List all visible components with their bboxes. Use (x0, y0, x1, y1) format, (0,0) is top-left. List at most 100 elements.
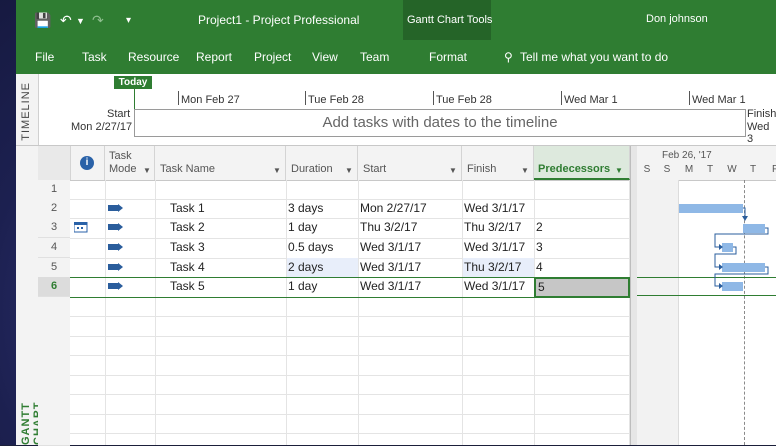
tell-me-box[interactable]: Tell me what you want to do (520, 50, 668, 64)
start-cell[interactable]: Thu 3/2/17 (360, 218, 417, 237)
duration-cell[interactable]: 2 days (287, 258, 358, 277)
row-number[interactable]: 3 (38, 218, 70, 238)
timeline-date: Mon Feb 27 (181, 94, 240, 106)
timeline-placeholder: Add tasks with dates to the timeline (322, 114, 558, 131)
undo-icon[interactable]: ↶ (60, 12, 72, 29)
task-name-cell[interactable]: Task 2 (170, 218, 205, 237)
column-filter-arrow-icon[interactable]: ▼ (615, 166, 623, 175)
timeline-tick (561, 91, 562, 105)
grid-line (70, 238, 630, 239)
auto-scheduled-icon (108, 203, 124, 217)
task-name-cell[interactable]: Task 4 (170, 258, 205, 277)
grid-line (155, 180, 156, 445)
timeline-start-date: Mon 2/27/17 (71, 121, 133, 133)
column-header-label: Task Name (160, 163, 216, 175)
undo-dropdown-icon[interactable]: ▼ (76, 16, 85, 26)
task-name-cell[interactable]: Task 5 (170, 277, 205, 296)
grid-line (358, 180, 359, 445)
column-header-start[interactable]: Start ▼ (358, 146, 462, 180)
tab-team[interactable]: Team (360, 50, 389, 64)
predecessors-cell-active[interactable]: 5 (534, 277, 630, 298)
timeline-date: Tue Feb 28 (308, 94, 364, 106)
column-filter-arrow-icon[interactable]: ▼ (143, 166, 151, 175)
column-header-label: Finish (467, 163, 497, 175)
info-icon: i (80, 156, 94, 170)
row-number[interactable]: 4 (38, 238, 70, 258)
save-icon[interactable]: 💾 (34, 12, 51, 29)
predecessors-cell[interactable]: 2 (536, 218, 543, 237)
timescale-day: F (771, 164, 776, 175)
timeline-date: Wed Mar 1 (564, 94, 618, 106)
column-header-info[interactable]: i (70, 146, 105, 180)
today-line (134, 89, 135, 109)
grid-line (70, 218, 630, 219)
timeline-side-label: TIMELINE (20, 82, 32, 141)
column-header-task-mode[interactable]: Task Mode ▼ (105, 146, 155, 180)
column-filter-arrow-icon[interactable]: ▼ (273, 166, 281, 175)
column-header-predecessors[interactable]: Predecessors ▼ (534, 146, 630, 180)
select-all-corner[interactable] (38, 146, 71, 180)
redo-icon[interactable]: ↷ (92, 12, 104, 29)
column-filter-arrow-icon[interactable]: ▼ (449, 166, 457, 175)
start-cell[interactable]: Wed 3/1/17 (360, 258, 421, 277)
column-header-label: Task Mode (109, 150, 137, 175)
grid-line (70, 433, 630, 434)
timeline-tick (178, 91, 179, 105)
finish-cell[interactable]: Thu 3/2/17 (464, 218, 521, 237)
duration-cell[interactable]: 1 day (288, 218, 317, 237)
tab-file[interactable]: File (35, 50, 54, 64)
tab-resource[interactable]: Resource (128, 50, 179, 64)
grid-line (105, 180, 106, 445)
row-number[interactable]: 2 (38, 199, 70, 219)
row-number[interactable]: 1 (38, 180, 70, 200)
auto-scheduled-icon (108, 242, 124, 256)
tab-format[interactable]: Format (429, 50, 467, 64)
timescale-day: T (749, 164, 757, 175)
predecessors-cell[interactable]: 3 (536, 238, 543, 257)
timescale-week-label: Feb 26, '17 (662, 150, 712, 161)
row-number-empty[interactable] (38, 297, 70, 446)
column-header-duration[interactable]: Duration ▼ (286, 146, 358, 180)
tab-report[interactable]: Report (196, 50, 232, 64)
column-header-label: Duration (291, 163, 333, 175)
document-title: Project1 - Project Professional (198, 13, 360, 27)
grid-line (70, 394, 630, 395)
finish-cell[interactable]: Wed 3/1/17 (464, 238, 525, 257)
start-cell[interactable]: Wed 3/1/17 (360, 277, 421, 296)
timeline-tick (689, 91, 690, 105)
finish-cell[interactable]: Wed 3/1/17 (464, 199, 525, 218)
finish-cell[interactable]: Thu 3/2/17 (463, 258, 534, 277)
timeline-date: Wed Mar 1 (692, 94, 746, 106)
finish-cell[interactable]: Wed 3/1/17 (464, 277, 525, 296)
column-header-task-name[interactable]: Task Name ▼ (155, 146, 286, 180)
predecessors-cell[interactable]: 4 (536, 258, 543, 277)
dependency-links (714, 207, 769, 289)
today-marker: Today (114, 76, 152, 89)
tab-view[interactable]: View (312, 50, 338, 64)
task-name-cell[interactable]: Task 3 (170, 238, 205, 257)
column-filter-arrow-icon[interactable]: ▼ (521, 166, 529, 175)
tab-task[interactable]: Task (82, 50, 107, 64)
customize-toolbar-icon[interactable]: ▾ (126, 15, 131, 26)
column-header-finish[interactable]: Finish ▼ (462, 146, 534, 180)
auto-scheduled-icon (108, 262, 124, 276)
timescale-day: T (706, 164, 714, 175)
timeline-tick (433, 91, 434, 105)
tab-project[interactable]: Project (254, 50, 291, 64)
grid-line (70, 375, 630, 376)
start-cell[interactable]: Wed 3/1/17 (360, 238, 421, 257)
user-name[interactable]: Don johnson (646, 13, 708, 25)
auto-scheduled-icon (108, 222, 124, 236)
timeline-finish-date: Wed 3 (747, 121, 770, 145)
calendar-indicator-icon[interactable] (73, 221, 88, 236)
task-name-cell[interactable]: Task 1 (170, 199, 205, 218)
column-header-label: Predecessors (538, 163, 611, 175)
row-number[interactable]: 6 (38, 277, 70, 297)
duration-cell[interactable]: 3 days (288, 199, 323, 218)
duration-cell[interactable]: 0.5 days (288, 238, 333, 257)
column-filter-arrow-icon[interactable]: ▼ (345, 166, 353, 175)
duration-cell[interactable]: 1 day (288, 277, 317, 296)
row-number[interactable]: 5 (38, 258, 70, 278)
start-cell[interactable]: Mon 2/27/17 (360, 199, 427, 218)
timescale-day: M (684, 164, 694, 175)
